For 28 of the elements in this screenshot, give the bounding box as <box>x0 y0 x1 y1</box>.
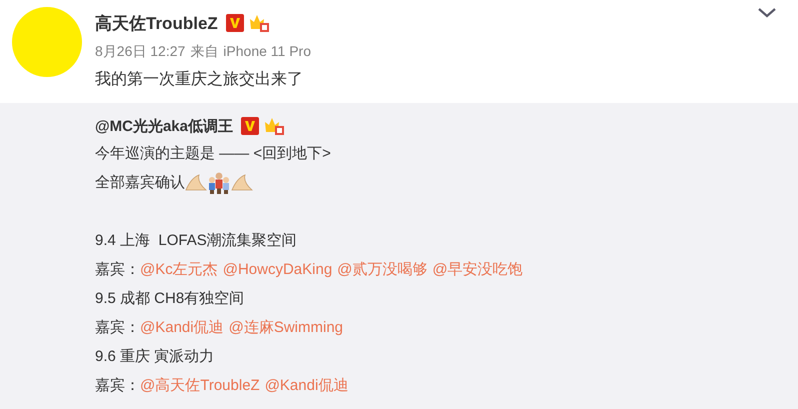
mention-link[interactable]: @高天佐TroubleZ <box>140 376 260 395</box>
people-icon <box>207 172 231 194</box>
source-device: iPhone 11 Pro <box>223 43 311 61</box>
mention-link[interactable]: @贰万没喝够 <box>337 260 428 279</box>
post-line: 9.6 重庆 寅派动力 <box>95 347 214 366</box>
author-name[interactable]: 高天佐TroubleZ <box>95 12 218 34</box>
mention-link[interactable]: @Kandi侃迪 <box>264 376 348 395</box>
verified-badge-icon <box>226 14 244 32</box>
guests-label: 嘉宾： <box>95 260 140 279</box>
source-label: 来自 <box>190 43 218 61</box>
post-line: 9.5 成都 CH8有独空间 <box>95 289 244 308</box>
post-line: 9.4 上海 LOFAS潮流集聚空间 <box>95 231 297 250</box>
post-line: 今年巡演的主题是 —— <回到地下> <box>95 144 331 163</box>
verified-badge-icon <box>240 117 259 135</box>
repost-author[interactable]: @MC光光aka低调王 <box>95 116 233 136</box>
post-line: 全部嘉宾确认 <box>95 173 185 192</box>
post-time: 8月26日 12:27 <box>95 43 186 61</box>
mention-link[interactable]: @早安没吃饱 <box>432 260 523 279</box>
chevron-down-icon[interactable] <box>758 8 776 18</box>
post-text: 我的第一次重庆之旅交出来了 <box>95 70 304 90</box>
crown-icon <box>262 116 285 136</box>
mention-link[interactable]: @Kc左元杰 <box>140 260 218 279</box>
mention-link[interactable]: @HowcyDaKing <box>222 261 332 278</box>
mention-link[interactable]: @Kandi侃迪 <box>140 318 224 337</box>
mention-link[interactable]: @连麻Swimming <box>228 318 343 337</box>
crown-icon <box>248 13 270 33</box>
guests-label: 嘉宾： <box>95 376 140 395</box>
guests-label: 嘉宾： <box>95 318 140 337</box>
